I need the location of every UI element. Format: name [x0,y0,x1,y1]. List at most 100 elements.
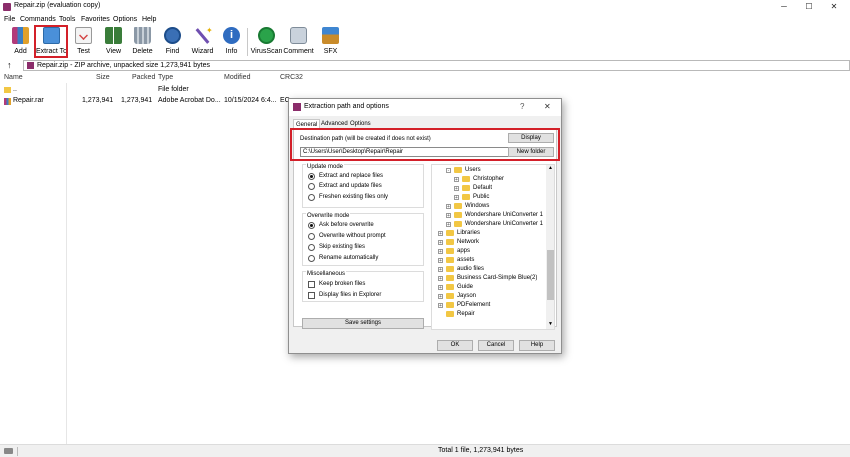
sfx-button[interactable]: SFX [314,25,347,58]
dialog-close-icon[interactable]: ✕ [544,102,551,111]
menu-tools[interactable]: Tools [59,14,75,25]
overwrite-mode-group: Overwrite mode Ask before overwrite Over… [302,213,424,266]
update-mode-group: Update mode Extract and replace files Ex… [302,164,424,208]
menu-help[interactable]: Help [142,14,156,25]
tree-item[interactable]: - Users [432,166,544,175]
magnifier-icon [164,27,181,44]
minimize-button[interactable]: ─ [776,1,792,13]
tree-item-label: apps [457,248,471,254]
help-button[interactable]: Help [519,340,555,351]
cancel-button[interactable]: Cancel [478,340,514,351]
column-name[interactable]: Name [4,74,23,81]
table-row[interactable]: .. File folder [0,86,300,96]
expand-icon[interactable]: + [438,267,443,273]
folder-icon [454,221,462,227]
menu-bar: File Commands Tools Favorites Options He… [0,14,850,25]
expand-icon[interactable]: + [438,231,443,237]
app-logo-icon [3,3,11,11]
tree-item[interactable]: + Windows [432,202,544,211]
tree-item[interactable]: + audio files [432,265,544,274]
folder-icon [446,311,454,317]
expand-icon[interactable]: + [438,294,443,300]
table-row[interactable]: Repair.rar 1,273,941 1,273,941 Adobe Acr… [0,97,300,107]
tree-item[interactable]: + Business Card-Simple Blue(2) [432,274,544,283]
collapse-icon[interactable]: - [446,168,451,174]
sfx-package-icon [322,27,339,44]
tree-item-label: Public [473,194,490,200]
expand-icon[interactable]: + [454,186,459,192]
tree-item[interactable]: + Public [432,193,544,202]
tree-item[interactable]: + Libraries [432,229,544,238]
tree-item-label: Default [473,185,493,191]
menu-favorites[interactable]: Favorites [81,14,110,25]
column-divider [66,83,67,444]
tree-item[interactable]: + Guide [432,283,544,292]
expand-icon[interactable]: + [438,276,443,282]
expand-icon[interactable]: + [438,240,443,246]
folder-icon [454,167,462,173]
folder-icon [446,302,454,308]
tree-item[interactable]: + assets [432,256,544,265]
up-arrow-icon[interactable]: ↑ [7,60,12,70]
column-crc32[interactable]: CRC32 [280,74,303,81]
tree-item[interactable]: + Wondershare UniConverter 1 [432,220,544,229]
folder-icon [446,293,454,299]
expand-icon[interactable]: + [438,258,443,264]
menu-commands[interactable]: Commands [20,14,56,25]
expand-icon[interactable]: + [438,249,443,255]
expand-icon[interactable]: + [438,303,443,309]
column-modified[interactable]: Modified [224,74,250,81]
close-button[interactable]: ✕ [826,1,842,13]
tree-item-label: Users [465,167,481,173]
menu-options[interactable]: Options [113,14,137,25]
column-type[interactable]: Type [158,74,173,81]
folder-tree[interactable]: - Users + Christopher + Default + Public + Window… [431,164,555,330]
tree-item[interactable]: + apps [432,247,544,256]
expand-icon[interactable]: + [454,177,459,183]
scroll-down-icon[interactable]: ▼ [548,321,553,327]
dialog-title-bar: Extraction path and options ? ✕ [289,99,561,116]
expand-icon[interactable]: + [438,285,443,291]
drive-icon [4,448,13,454]
test-checklist-icon [75,27,92,44]
tree-item[interactable]: Repair [432,310,544,319]
expand-icon[interactable]: + [454,195,459,201]
address-text: Repair.zip - ZIP archive, unpacked size … [37,62,211,69]
column-size[interactable]: Size [96,74,110,81]
info-icon: i [223,27,240,44]
expand-icon[interactable]: + [446,204,451,210]
tree-item-label: Christopher [473,176,505,182]
help-icon[interactable]: ? [520,102,524,111]
tree-item[interactable]: + PDFelement [432,301,544,310]
magic-wand-icon: ✦ [194,27,213,44]
folder-icon [446,275,454,281]
scroll-up-icon[interactable]: ▲ [548,165,553,171]
scroll-thumb[interactable] [547,250,554,300]
tree-item-label: Wondershare UniConverter 1 [465,221,543,227]
folder-icon [454,212,462,218]
address-field[interactable]: Repair.zip - ZIP archive, unpacked size … [23,60,850,71]
maximize-button[interactable]: ☐ [801,1,817,13]
misc-title: Miscellaneous [306,271,347,277]
misc-group: Miscellaneous Keep broken files Display … [302,271,424,302]
update-mode-title: Update mode [306,164,345,170]
info-button[interactable]: i Info [215,25,248,58]
expand-icon[interactable]: + [446,222,451,228]
column-packed[interactable]: Packed [132,74,155,81]
tree-item-label: Libraries [457,230,481,236]
tree-item[interactable]: + Jayson [432,292,544,301]
tree-item-label: Repair [457,311,475,317]
ok-button[interactable]: OK [437,340,473,351]
window-title: Repair.zip (evaluation copy) [14,2,101,9]
save-settings-button[interactable]: Save settings [302,318,424,329]
menu-file[interactable]: File [4,14,15,25]
extract-to-highlight [34,25,68,58]
tree-item[interactable]: + Wondershare UniConverter 1 [432,211,544,220]
tree-item[interactable]: + Christopher [432,175,544,184]
tree-item[interactable]: + Network [432,238,544,247]
expand-icon[interactable]: + [446,213,451,219]
tree-item[interactable]: + Default [432,184,544,193]
toolbar: Add Extract To Test View Delete Find ✦ W… [0,25,850,59]
tree-scrollbar[interactable]: ▲ ▼ [546,165,554,329]
folder-icon [454,203,462,209]
